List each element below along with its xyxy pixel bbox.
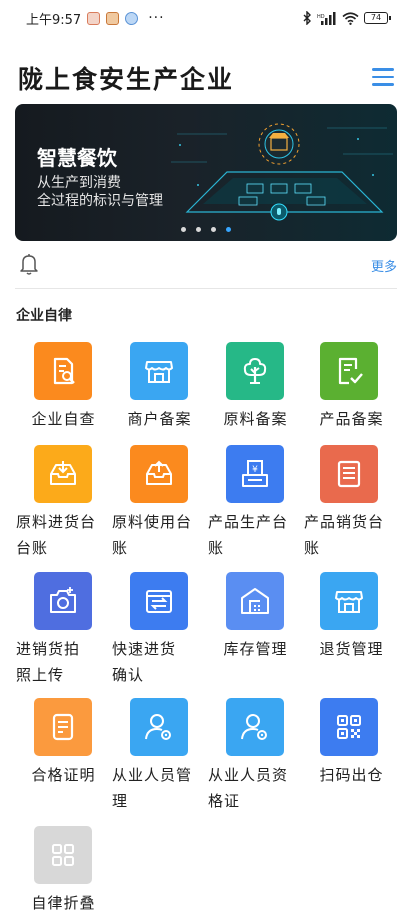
grid-item-label-line2: 确认 — [112, 666, 145, 684]
grid-item-label-line1: 快速进货 — [112, 640, 177, 658]
notification-app-icon — [125, 11, 139, 25]
more-link[interactable]: 更多 — [371, 256, 397, 275]
carousel-dot-active[interactable] — [226, 227, 231, 232]
certificate-icon — [34, 698, 92, 756]
grid-item-label: 产品备案 — [319, 410, 384, 428]
user-certificate-icon — [226, 698, 284, 756]
signal-icon: HD — [317, 11, 336, 25]
grid-item-label: 原料进货台 台账 — [16, 509, 111, 561]
bluetooth-icon — [303, 11, 311, 25]
grid-item-label-line1: 原料进货台 — [16, 513, 97, 531]
banner-subtitle-line2: 全过程的标识与管理 — [37, 193, 163, 209]
grid-item-label: 快速进货 确认 — [112, 636, 207, 688]
carousel-dot[interactable] — [196, 227, 201, 232]
store-return-icon — [320, 572, 378, 630]
grid-item-label: 从业人员资 格证 — [208, 762, 303, 814]
tree-icon — [226, 342, 284, 400]
bell-icon[interactable] — [17, 252, 41, 276]
app-header: 陇上食安生产企业 — [0, 52, 410, 104]
carousel-dot[interactable] — [211, 227, 216, 232]
grid-item-label-line2: 格证 — [208, 792, 241, 810]
grid-item-label-line2: 账 — [112, 539, 129, 557]
page-title: 陇上食安生产企业 — [18, 65, 235, 94]
grid-collapse-icon — [34, 826, 92, 884]
list-document-icon — [320, 445, 378, 503]
grid-item-label: 原料使用台 账 — [112, 509, 207, 561]
yuan-printer-icon: ¥ — [226, 445, 284, 503]
notification-app-icon — [87, 11, 101, 25]
grid-item-label: 从业人员管 理 — [112, 762, 207, 814]
grid-item-label-line1: 原料使用台 — [112, 513, 193, 531]
carousel-dots — [15, 227, 397, 232]
wifi-icon — [342, 11, 359, 25]
hamburger-menu-icon[interactable] — [372, 68, 394, 86]
grid-item-label: 原料备案 — [223, 410, 288, 428]
user-settings-icon — [130, 698, 188, 756]
svg-text:¥: ¥ — [252, 465, 258, 475]
grid-item-label-line1: 从业人员管 — [112, 766, 193, 784]
carousel-dot[interactable] — [181, 227, 186, 232]
grid-item-label: 合格证明 — [31, 766, 96, 784]
banner-carousel[interactable]: 智慧餐饮 从生产到消费 全过程的标识与管理 — [15, 104, 397, 241]
notice-bar: 更多 — [15, 250, 397, 282]
grid-item-label: 进销货拍 照上传 — [16, 636, 111, 688]
qr-code-icon — [320, 698, 378, 756]
transfer-box-icon — [130, 572, 188, 630]
grid-item-label: 产品生产台 账 — [208, 509, 303, 561]
grid-item-label: 企业自查 — [31, 410, 96, 428]
banner-illustration — [171, 123, 393, 221]
checked-document-icon — [320, 342, 378, 400]
inbox-in-icon — [34, 445, 92, 503]
grid-item-label-line2: 账 — [208, 539, 225, 557]
grid-item-label-line1: 产品生产台 — [208, 513, 289, 531]
storefront-icon — [130, 342, 188, 400]
grid-item-label: 扫码出仓 — [319, 766, 384, 784]
grid-item-label: 退货管理 — [319, 640, 384, 658]
status-bar: 上午9:57 ··· HD 74 — [0, 0, 410, 36]
grid-item-label: 商户备案 — [127, 410, 192, 428]
grid-item-label: 自律折叠 — [31, 894, 96, 912]
battery-icon: 74 — [364, 12, 391, 24]
status-right: HD 74 — [302, 11, 391, 25]
inbox-out-icon — [130, 445, 188, 503]
status-left: 上午9:57 ··· — [26, 9, 165, 28]
grid-item-label-line2: 照上传 — [16, 666, 65, 684]
grid-item-label-line1: 从业人员资 — [208, 766, 289, 784]
grid-item-label: 产品销货台 账 — [304, 509, 399, 561]
grid-item-label-line2: 理 — [112, 792, 129, 810]
grid-item-label-line1: 产品销货台 — [304, 513, 385, 531]
divider — [15, 288, 397, 289]
warehouse-icon — [226, 572, 284, 630]
svg-text:HD: HD — [317, 14, 325, 20]
grid-item-label-line2: 账 — [304, 539, 321, 557]
banner-subtitle: 从生产到消费 全过程的标识与管理 — [37, 174, 163, 210]
banner-subtitle-line1: 从生产到消费 — [37, 175, 121, 191]
search-document-icon — [34, 342, 92, 400]
more-notifications-icon: ··· — [148, 10, 165, 26]
status-time: 上午9:57 — [26, 12, 82, 28]
banner-title: 智慧餐饮 — [37, 146, 117, 170]
notification-app-icon — [106, 11, 120, 25]
section-title: 企业自律 — [16, 308, 72, 324]
camera-icon — [34, 572, 92, 630]
grid-item-label: 库存管理 — [223, 640, 288, 658]
grid-item-label-line2: 台账 — [16, 539, 49, 557]
grid-item-label-line1: 进销货拍 — [16, 640, 81, 658]
